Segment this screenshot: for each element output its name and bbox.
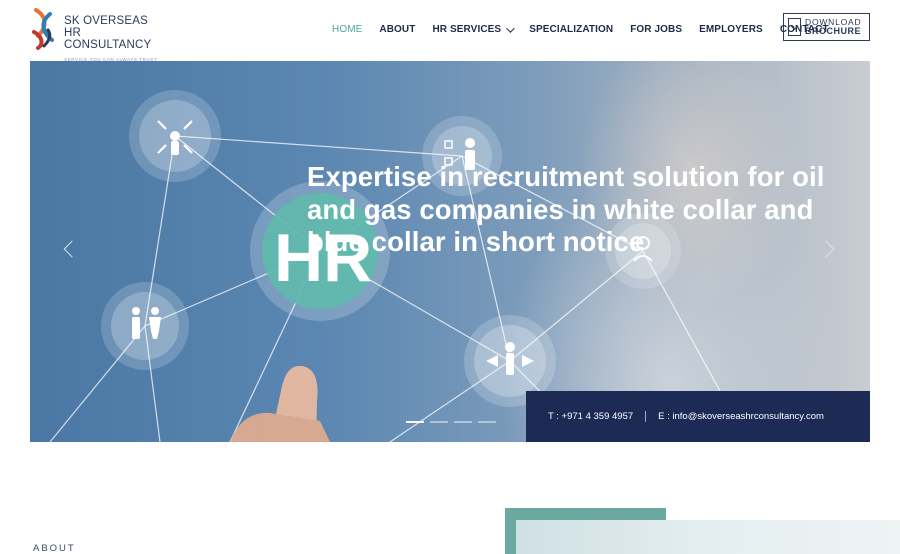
logo-name-line1: SK OVERSEAS — [64, 15, 149, 27]
chevron-down-icon — [506, 23, 515, 33]
slider-dots — [406, 421, 496, 423]
nav-hr-services-label: HR SERVICES — [432, 24, 502, 35]
contact-email[interactable]: E : info@skoverseashrconsultancy.com — [658, 411, 824, 422]
download-icon — [788, 18, 801, 36]
logo-mark-icon — [32, 8, 54, 50]
about-image — [516, 520, 900, 554]
contact-phone[interactable]: T : +971 4 359 4957 — [548, 411, 633, 422]
nav-specialization-label: SPECIALIZATION — [529, 24, 614, 35]
contact-divider — [645, 411, 647, 422]
nav-about-label: ABOUT — [379, 24, 416, 35]
about-section-label: ABOUT — [33, 543, 76, 554]
network-node-1 — [129, 90, 221, 182]
site-logo[interactable]: SK OVERSEAS HR CONSULTANCY Service you c… — [30, 6, 170, 62]
finger-hand — [230, 365, 330, 442]
brochure-label: DOWNLOAD BROCHURE — [805, 18, 861, 36]
nav-for-jobs-label: FOR JOBS — [630, 24, 683, 35]
nav-employers-label: EMPLOYERS — [699, 24, 763, 35]
slider-dot-4[interactable] — [478, 421, 496, 423]
nav-employers[interactable]: EMPLOYERS — [699, 24, 763, 35]
main-nav: HOME ABOUT HR SERVICES SPECIALIZATION FO… — [332, 23, 846, 35]
logo-name-line2: HR CONSULTANCY — [64, 27, 152, 51]
hero-headline: Expertise in recruitment solution for oi… — [307, 161, 825, 257]
nav-home[interactable]: HOME — [332, 24, 362, 35]
slider-dot-2[interactable] — [430, 421, 448, 423]
nav-specialization[interactable]: SPECIALIZATION — [529, 24, 613, 35]
nav-about[interactable]: ABOUT — [379, 24, 415, 35]
network-node-5 — [101, 282, 189, 370]
nav-hr-services[interactable]: HR SERVICES — [432, 23, 515, 35]
download-brochure-button[interactable]: DOWNLOAD BROCHURE — [783, 13, 870, 41]
slider-dot-1[interactable] — [406, 421, 424, 423]
slider-dot-3[interactable] — [454, 421, 472, 423]
nav-home-label: HOME — [332, 24, 363, 35]
hero-slider: HR Expertise in recruitment solution for… — [30, 61, 870, 442]
contact-bar: T : +971 4 359 4957 E : info@skoverseash… — [526, 391, 870, 442]
site-header: SK OVERSEAS HR CONSULTANCY Service you c… — [0, 0, 900, 62]
nav-for-jobs[interactable]: FOR JOBS — [630, 24, 682, 35]
brochure-line2: BROCHURE — [805, 26, 862, 36]
